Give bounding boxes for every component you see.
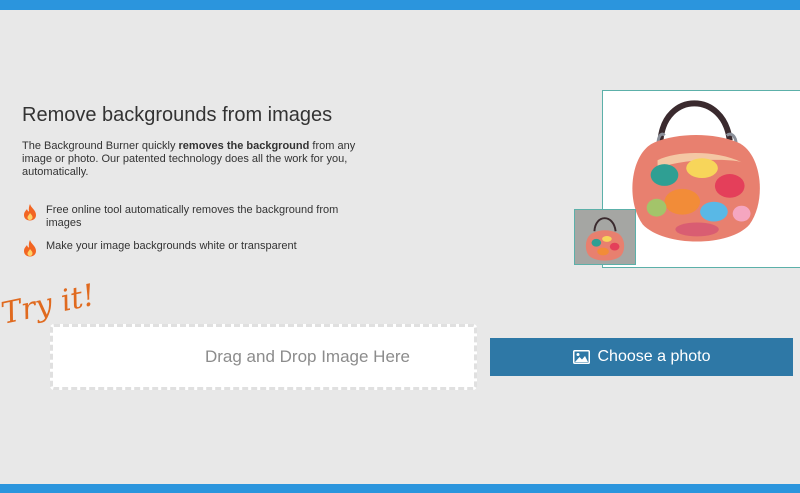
feature-text: Make your image backgrounds white or tra… — [46, 240, 297, 252]
bottom-accent-bar — [0, 484, 800, 493]
dropzone-label: Drag and Drop Image Here — [204, 347, 411, 366]
choose-photo-button[interactable]: Choose a photo — [490, 338, 793, 376]
intro-text-bold: removes the background — [178, 140, 310, 152]
image-icon — [572, 350, 590, 364]
feature-item: Make your image backgrounds white or tra… — [22, 239, 362, 259]
flame-icon — [24, 204, 36, 221]
feature-text: Free online tool automatically removes t… — [46, 204, 339, 229]
handbag-thumbnail-image — [585, 217, 625, 261]
choose-photo-label: Choose a photo — [597, 348, 711, 365]
page-title: Remove backgrounds from images — [22, 104, 333, 126]
flame-icon — [24, 240, 36, 257]
drag-drop-zone[interactable]: Drag and Drop Image Here — [50, 324, 477, 390]
try-it-label: Try it! — [0, 280, 98, 328]
intro-text-start: The Background Burner quickly — [22, 140, 179, 152]
intro-paragraph: The Background Burner quickly removes th… — [22, 140, 367, 179]
try-it-text: Try it! — [0, 280, 98, 328]
feature-item: Free online tool automatically removes t… — [22, 203, 362, 233]
handbag-preview-original-thumbnail — [574, 209, 636, 265]
top-accent-bar — [0, 0, 800, 10]
